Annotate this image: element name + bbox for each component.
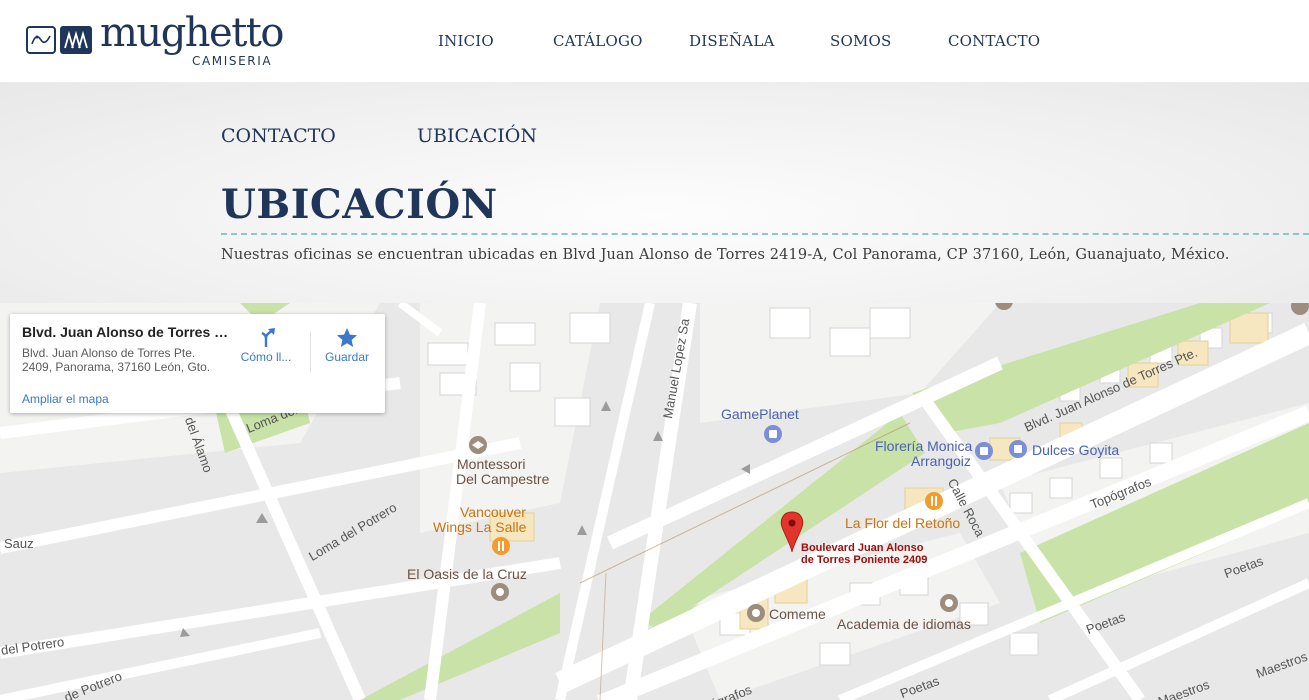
logo-subtitle: CAMISERIA [192, 54, 273, 68]
poi-dulces[interactable]: Dulces Goyita [1032, 442, 1119, 458]
page-title: UBICACIÓN [221, 181, 498, 228]
poi-academia[interactable]: Academia de idiomas [837, 616, 971, 632]
poi-comeme[interactable]: Comeme [769, 606, 826, 622]
poi-vancouver-1[interactable]: Vancouver [460, 504, 526, 520]
nav-disenala[interactable]: DISEÑALA [689, 32, 775, 50]
hero-section: CONTACTO UBICACIÓN UBICACIÓN Nuestras of… [0, 83, 1309, 303]
poi-vancouver-2[interactable]: Wings La Salle [433, 519, 526, 535]
logo-wordmark: mughetto [100, 10, 284, 56]
title-divider [221, 233, 1309, 235]
subnav-ubicacion[interactable]: UBICACIÓN [417, 125, 537, 147]
map-info-card: Blvd. Juan Alonso de Torres P... Blvd. J… [10, 314, 385, 413]
poi-gameplanet[interactable]: GamePlanet [721, 406, 799, 422]
star-icon [317, 326, 377, 350]
enlarge-map-link[interactable]: Ampliar el mapa [22, 392, 109, 406]
map-address-line-1: Blvd. Juan Alonso de Torres Pte. [22, 346, 196, 360]
save-label: Guardar [324, 350, 370, 364]
nav-contacto[interactable]: CONTACTO [948, 32, 1040, 50]
directions-icon [236, 326, 296, 350]
street-sauz: Sauz [4, 536, 34, 551]
subnav-contacto[interactable]: CONTACTO [221, 125, 336, 147]
poi-floreria-2[interactable]: Arrangoiz [911, 453, 971, 469]
office-address: Nuestras oficinas se encuentran ubicadas… [221, 247, 1230, 263]
pin-label-2[interactable]: de Torres Poniente 2409 [801, 554, 927, 566]
map-place-title: Blvd. Juan Alonso de Torres P... [22, 324, 232, 340]
poi-flor-reton[interactable]: La Flor del Retoño [845, 515, 960, 531]
nav-inicio[interactable]: INICIO [438, 32, 494, 50]
poi-floreria-1[interactable]: Florería Monica [875, 438, 972, 454]
logo-emblem-icon [26, 26, 56, 54]
directions-label: Cómo ll... [240, 350, 292, 364]
directions-button[interactable]: Cómo ll... [236, 326, 296, 364]
pin-label-1[interactable]: Boulevard Juan Alonso [801, 542, 923, 554]
map-address-line-2: 2409, Panorama, 37160 León, Gto. [22, 360, 211, 374]
nav-catalogo[interactable]: CATÁLOGO [553, 32, 643, 50]
nav-somos[interactable]: SOMOS [830, 32, 892, 50]
embedded-map[interactable]: Loma del Sauz del Álamo Loma del Potrero… [0, 303, 1309, 700]
card-divider [310, 332, 311, 372]
poi-oasis[interactable]: El Oasis de la Cruz [407, 566, 527, 582]
logo-figures-icon [60, 26, 92, 54]
site-header: mughetto CAMISERIA INICIO CATÁLOGO DISEÑ… [0, 0, 1309, 83]
map-place-address: Blvd. Juan Alonso de Torres Pte. 2409, P… [22, 346, 222, 374]
poi-montessori-1[interactable]: Montessori [457, 456, 525, 472]
logo[interactable]: mughetto CAMISERIA [26, 10, 296, 70]
save-button[interactable]: Guardar [317, 326, 377, 364]
poi-montessori-2[interactable]: Del Campestre [456, 471, 549, 487]
